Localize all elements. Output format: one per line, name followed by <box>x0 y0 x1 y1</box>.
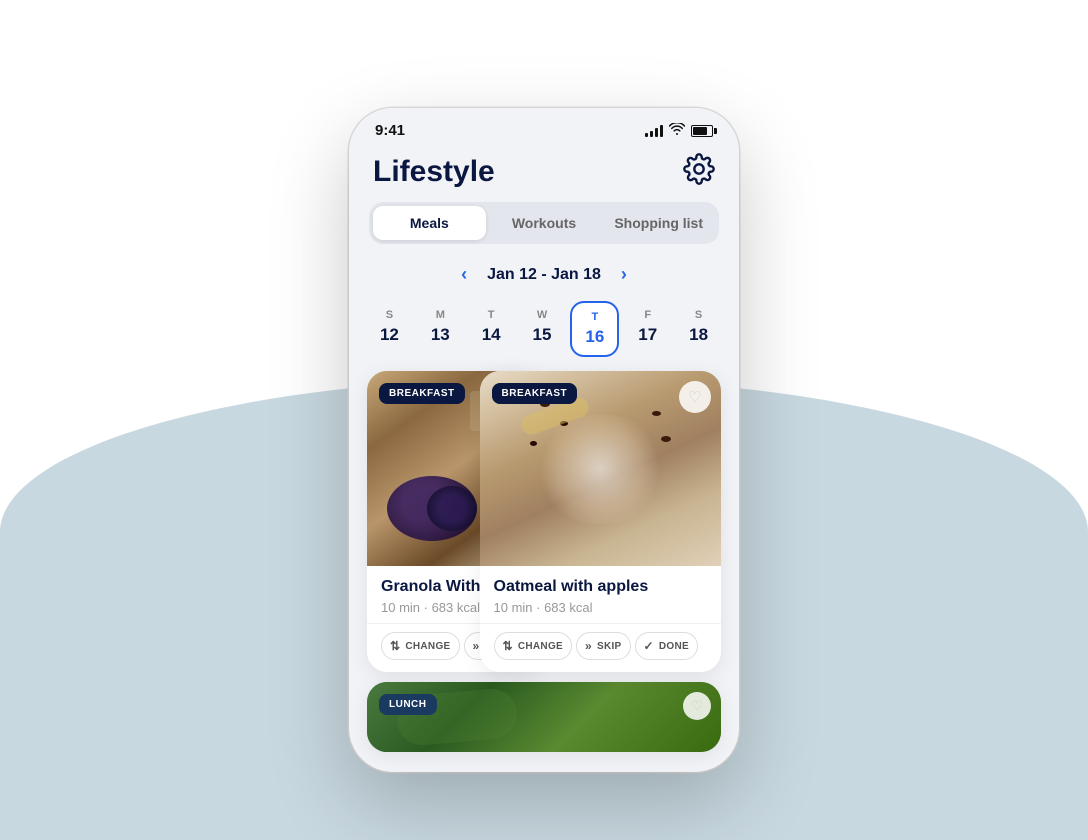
tab-meals[interactable]: Meals <box>373 206 486 240</box>
day-letter: T <box>488 309 495 321</box>
phone-frame: 9:41 <box>349 108 739 772</box>
day-sat[interactable]: S 18 <box>676 301 721 357</box>
card-actions-oatmeal: ⇅ CHANGE » SKIP ✓ DONE <box>494 632 708 666</box>
meal-cards: BREAKFAST Granola With Yog... 10 min · 6… <box>349 371 739 672</box>
day-sun[interactable]: S 12 <box>367 301 412 357</box>
day-mon[interactable]: M 13 <box>418 301 463 357</box>
change-icon: ⇅ <box>390 639 400 653</box>
skip-label: SKIP <box>597 641 622 652</box>
tab-workouts[interactable]: Workouts <box>488 206 601 240</box>
status-time: 9:41 <box>375 122 405 139</box>
skip-icon: » <box>473 639 480 653</box>
status-bar: 9:41 <box>349 108 739 145</box>
change-label: CHANGE <box>405 641 450 652</box>
week-label: Jan 12 - Jan 18 <box>487 266 601 284</box>
day-letter: F <box>644 309 651 321</box>
change-button-oatmeal[interactable]: ⇅ CHANGE <box>494 632 573 660</box>
day-tue[interactable]: T 14 <box>469 301 514 357</box>
day-number: 12 <box>380 325 399 345</box>
scene: 9:41 <box>0 0 1088 840</box>
day-number: 14 <box>482 325 501 345</box>
meal-badge-breakfast2: BREAKFAST <box>492 383 578 404</box>
day-letter: S <box>695 309 702 321</box>
app-title: Lifestyle <box>373 155 495 189</box>
day-number: 15 <box>533 325 552 345</box>
lunch-card-image: LUNCH ♡ <box>367 682 721 752</box>
settings-button[interactable] <box>683 153 715 190</box>
week-navigator: ‹ Jan 12 - Jan 18 › <box>349 256 739 301</box>
done-button-oatmeal[interactable]: ✓ DONE <box>635 632 698 660</box>
skip-button-oatmeal[interactable]: » SKIP <box>576 632 631 660</box>
card-divider-oatmeal <box>480 623 722 624</box>
day-letter: T <box>592 311 599 323</box>
done-label: DONE <box>659 641 689 652</box>
meal-meta-oatmeal: 10 min · 683 kcal <box>494 600 708 615</box>
wifi-icon <box>669 123 685 138</box>
tab-bar: Meals Workouts Shopping list <box>369 202 719 244</box>
meal-badge-lunch: LUNCH <box>379 694 437 715</box>
status-icons <box>645 123 713 138</box>
app-header: Lifestyle <box>349 145 739 202</box>
day-number: 16 <box>585 327 604 347</box>
day-wed[interactable]: W 15 <box>520 301 565 357</box>
day-letter: W <box>537 309 547 321</box>
change-button-granola[interactable]: ⇅ CHANGE <box>381 632 460 660</box>
meal-title-oatmeal: Oatmeal with apples <box>494 578 708 596</box>
next-week-button[interactable]: › <box>617 260 631 289</box>
day-number: 18 <box>689 325 708 345</box>
meal-card-lunch: LUNCH ♡ <box>367 682 721 752</box>
favorite-button-lunch[interactable]: ♡ <box>683 692 711 720</box>
signal-icon <box>645 125 663 137</box>
day-number: 13 <box>431 325 450 345</box>
card-body-oatmeal: Oatmeal with apples 10 min · 683 kcal ⇅ … <box>480 566 722 672</box>
tab-shopping-list[interactable]: Shopping list <box>602 206 715 240</box>
day-number: 17 <box>638 325 657 345</box>
meal-card-oatmeal: BREAKFAST ♡ Oatmeal with apples 10 min ·… <box>480 371 722 672</box>
meal-badge-breakfast1: BREAKFAST <box>379 383 465 404</box>
done-icon: ✓ <box>644 639 654 653</box>
day-fri[interactable]: F 17 <box>625 301 670 357</box>
change-label: CHANGE <box>518 641 563 652</box>
day-selector: S 12 M 13 T 14 W 15 T 16 F 17 <box>349 301 739 371</box>
skip-icon: » <box>585 639 592 653</box>
battery-icon <box>691 125 713 137</box>
meal-card-image-oatmeal: BREAKFAST ♡ <box>480 371 722 566</box>
favorite-button-oatmeal[interactable]: ♡ <box>679 381 711 413</box>
prev-week-button[interactable]: ‹ <box>457 260 471 289</box>
day-letter: S <box>386 309 393 321</box>
day-letter: M <box>436 309 445 321</box>
day-thu-active[interactable]: T 16 <box>570 301 619 357</box>
change-icon: ⇅ <box>503 639 513 653</box>
